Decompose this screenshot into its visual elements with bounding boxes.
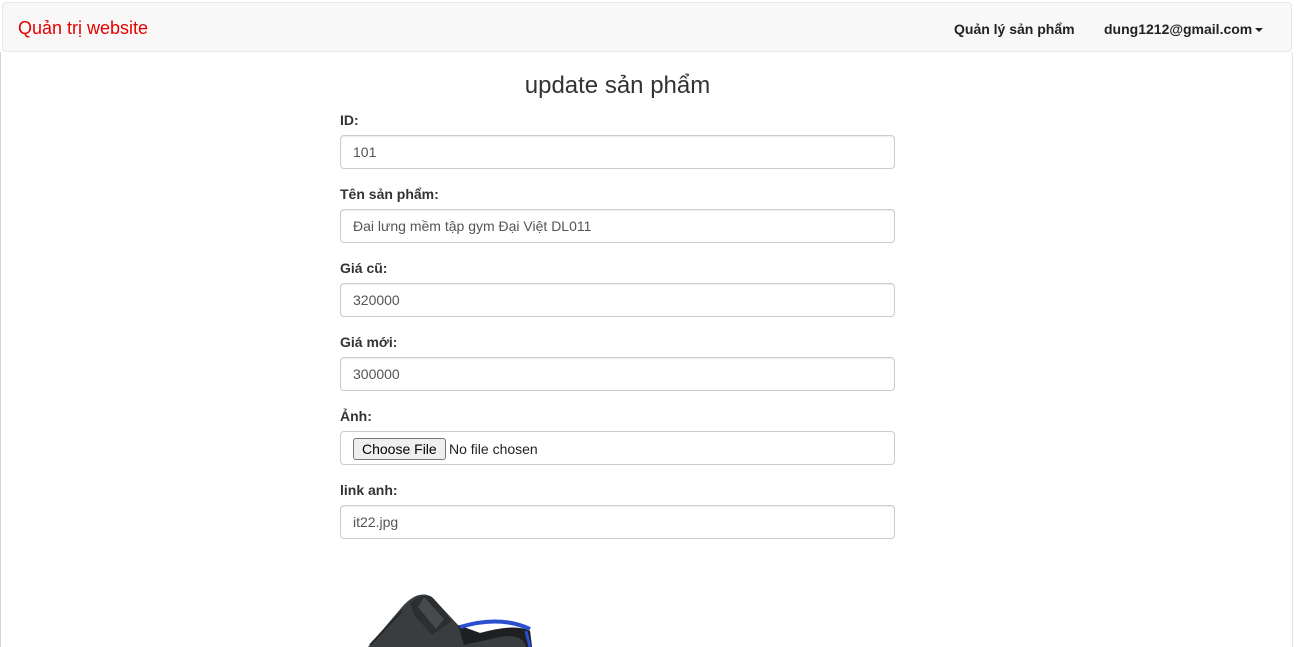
product-belt-image (340, 585, 540, 647)
nav-products-link[interactable]: Quản lý sản phẩm (954, 20, 1075, 38)
product-name-input[interactable] (340, 209, 895, 243)
image-link-label: link anh: (340, 482, 398, 498)
old-price-input[interactable] (340, 283, 895, 317)
top-navbar: Quản trị website Quản lý sản phẩm dung12… (2, 2, 1292, 52)
image-label: Ảnh: (340, 408, 372, 424)
new-price-input[interactable] (340, 357, 895, 391)
product-name-label: Tên sản phẩm: (340, 186, 439, 202)
page-right-border (1292, 52, 1293, 647)
choose-file-button[interactable]: Choose File (353, 438, 446, 460)
old-price-label: Giá cũ: (340, 260, 388, 276)
user-menu-dropdown[interactable]: dung1212@gmail.com (1104, 20, 1264, 38)
page-title: update sản phẩm (524, 72, 711, 99)
new-price-label: Giá mới: (340, 334, 398, 350)
product-image-preview (340, 585, 540, 647)
image-file-input[interactable]: Choose File No file chosen (340, 431, 895, 465)
user-email-label: dung1212@gmail.com (1104, 21, 1253, 37)
file-status-text: No file chosen (449, 441, 538, 457)
image-link-input[interactable] (340, 505, 895, 539)
caret-down-icon (1255, 28, 1264, 33)
id-label: ID: (340, 112, 359, 128)
id-input[interactable] (340, 135, 895, 169)
page-left-border (0, 52, 1, 647)
brand-link[interactable]: Quản trị website (18, 18, 148, 38)
